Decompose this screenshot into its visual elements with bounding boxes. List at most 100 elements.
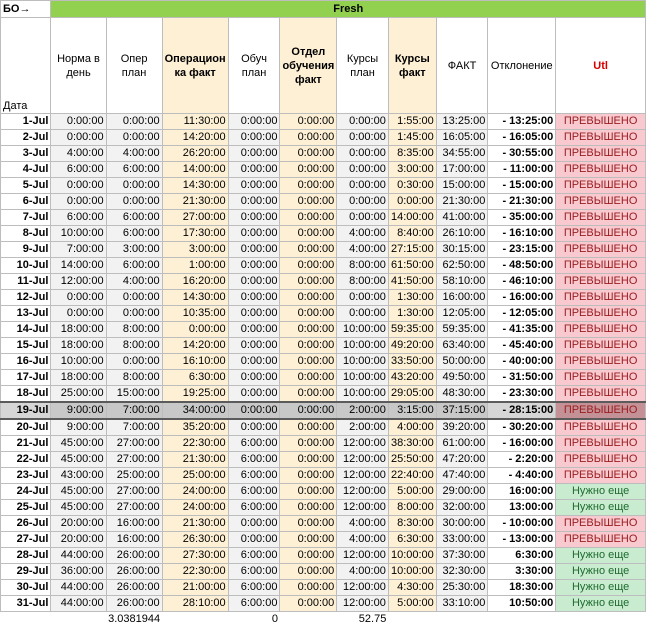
header-date[interactable]: Дата — [1, 18, 51, 114]
footer-empty-cell[interactable] — [280, 612, 337, 627]
cell-norm[interactable]: 45:00:00 — [51, 500, 106, 516]
cell-deviation[interactable]: - 15:00:00 — [488, 178, 556, 194]
cell-course-fact[interactable]: 4:00:00 — [388, 419, 436, 436]
cell-train-dept-fact[interactable]: 0:00:00 — [280, 468, 337, 484]
cell-util[interactable]: ПРЕВЫШЕНО — [556, 226, 646, 242]
cell-course-plan[interactable]: 12:00:00 — [337, 484, 389, 500]
cell-fact[interactable]: 63:40:00 — [436, 338, 488, 354]
cell-course-fact[interactable]: 0:00:00 — [388, 194, 436, 210]
cell-course-plan[interactable]: 10:00:00 — [337, 354, 389, 370]
cell-norm[interactable]: 36:00:00 — [51, 564, 106, 580]
cell-train-plan[interactable]: 6:00:00 — [228, 452, 280, 468]
cell-train-dept-fact[interactable]: 0:00:00 — [280, 516, 337, 532]
cell-deviation[interactable]: - 30:55:00 — [488, 146, 556, 162]
cell-date[interactable]: 5-Jul — [1, 178, 51, 194]
footer-empty-cell[interactable] — [556, 612, 646, 627]
cell-course-fact[interactable]: 3:15:00 — [388, 402, 436, 419]
cell-course-fact[interactable]: 1:30:00 — [388, 306, 436, 322]
cell-train-dept-fact[interactable]: 0:00:00 — [280, 162, 337, 178]
cell-oper-fact[interactable]: 21:30:00 — [162, 452, 228, 468]
cell-oper-plan[interactable]: 16:00:00 — [106, 516, 162, 532]
cell-train-dept-fact[interactable]: 0:00:00 — [280, 500, 337, 516]
cell-course-plan[interactable]: 0:00:00 — [337, 178, 389, 194]
cell-norm[interactable]: 12:00:00 — [51, 274, 106, 290]
cell-course-fact[interactable]: 8:00:00 — [388, 500, 436, 516]
cell-train-plan[interactable]: 0:00:00 — [228, 532, 280, 548]
cell-date[interactable]: 24-Jul — [1, 484, 51, 500]
cell-train-dept-fact[interactable]: 0:00:00 — [280, 419, 337, 436]
cell-train-plan[interactable]: 0:00:00 — [228, 146, 280, 162]
cell-date[interactable]: 9-Jul — [1, 242, 51, 258]
cell-deviation[interactable]: - 12:05:00 — [488, 306, 556, 322]
cell-norm[interactable]: 45:00:00 — [51, 452, 106, 468]
cell-date[interactable]: 2-Jul — [1, 130, 51, 146]
cell-oper-fact[interactable]: 14:20:00 — [162, 338, 228, 354]
cell-course-fact[interactable]: 10:00:00 — [388, 564, 436, 580]
cell-deviation[interactable]: - 16:10:00 — [488, 226, 556, 242]
cell-deviation[interactable]: - 13:25:00 — [488, 114, 556, 130]
cell-fact[interactable]: 12:05:00 — [436, 306, 488, 322]
cell-oper-plan[interactable]: 4:00:00 — [106, 274, 162, 290]
cell-oper-plan[interactable]: 8:00:00 — [106, 338, 162, 354]
cell-norm[interactable]: 45:00:00 — [51, 436, 106, 452]
cell-norm[interactable]: 10:00:00 — [51, 226, 106, 242]
cell-fact[interactable]: 33:00:00 — [436, 532, 488, 548]
cell-fact[interactable]: 37:30:00 — [436, 548, 488, 564]
header-train-plan[interactable]: Обуч план — [228, 18, 280, 114]
cell-deviation[interactable]: - 23:15:00 — [488, 242, 556, 258]
cell-train-dept-fact[interactable]: 0:00:00 — [280, 596, 337, 612]
cell-course-fact[interactable]: 38:30:00 — [388, 436, 436, 452]
cell-fact[interactable]: 37:15:00 — [436, 402, 488, 419]
cell-oper-plan[interactable]: 7:00:00 — [106, 419, 162, 436]
cell-fact[interactable]: 32:30:00 — [436, 564, 488, 580]
cell-course-plan[interactable]: 12:00:00 — [337, 596, 389, 612]
cell-course-fact[interactable]: 22:40:00 — [388, 468, 436, 484]
cell-train-plan[interactable]: 6:00:00 — [228, 468, 280, 484]
cell-course-plan[interactable]: 10:00:00 — [337, 370, 389, 386]
header-norm[interactable]: Норма в день — [51, 18, 106, 114]
cell-date[interactable]: 20-Jul — [1, 419, 51, 436]
cell-fact[interactable]: 17:00:00 — [436, 162, 488, 178]
cell-oper-plan[interactable]: 0:00:00 — [106, 290, 162, 306]
cell-oper-fact[interactable]: 3:00:00 — [162, 242, 228, 258]
cell-fact[interactable]: 32:00:00 — [436, 500, 488, 516]
cell-date[interactable]: 7-Jul — [1, 210, 51, 226]
footer-empty-cell[interactable] — [51, 612, 106, 627]
cell-course-plan[interactable]: 10:00:00 — [337, 338, 389, 354]
cell-course-fact[interactable]: 43:20:00 — [388, 370, 436, 386]
cell-train-dept-fact[interactable]: 0:00:00 — [280, 370, 337, 386]
cell-date[interactable]: 30-Jul — [1, 580, 51, 596]
cell-util[interactable]: ПРЕВЫШЕНО — [556, 162, 646, 178]
cell-course-plan[interactable]: 0:00:00 — [337, 146, 389, 162]
cell-train-dept-fact[interactable]: 0:00:00 — [280, 226, 337, 242]
cell-train-dept-fact[interactable]: 0:00:00 — [280, 178, 337, 194]
cell-util[interactable]: Нужно еще — [556, 484, 646, 500]
cell-norm[interactable]: 43:00:00 — [51, 468, 106, 484]
cell-oper-plan[interactable]: 16:00:00 — [106, 532, 162, 548]
cell-fact[interactable]: 41:00:00 — [436, 210, 488, 226]
cell-oper-fact[interactable]: 26:30:00 — [162, 532, 228, 548]
cell-oper-plan[interactable]: 25:00:00 — [106, 468, 162, 484]
cell-oper-plan[interactable]: 27:00:00 — [106, 436, 162, 452]
cell-deviation[interactable]: - 16:05:00 — [488, 130, 556, 146]
cell-oper-plan[interactable]: 0:00:00 — [106, 114, 162, 130]
cell-deviation[interactable]: - 10:00:00 — [488, 516, 556, 532]
cell-oper-plan[interactable]: 8:00:00 — [106, 322, 162, 338]
footer-empty-cell[interactable] — [162, 612, 228, 627]
cell-fact[interactable]: 34:55:00 — [436, 146, 488, 162]
cell-oper-plan[interactable]: 0:00:00 — [106, 194, 162, 210]
cell-oper-fact[interactable]: 16:10:00 — [162, 354, 228, 370]
cell-oper-fact[interactable]: 17:30:00 — [162, 226, 228, 242]
cell-oper-plan[interactable]: 15:00:00 — [106, 386, 162, 403]
cell-train-plan[interactable]: 0:00:00 — [228, 354, 280, 370]
cell-fact[interactable]: 61:00:00 — [436, 436, 488, 452]
cell-fact[interactable]: 25:30:00 — [436, 580, 488, 596]
cell-course-plan[interactable]: 4:00:00 — [337, 564, 389, 580]
cell-fact[interactable]: 16:00:00 — [436, 290, 488, 306]
cell-oper-fact[interactable]: 27:30:00 — [162, 548, 228, 564]
header-train-dept-fact[interactable]: Отдел обучения факт — [280, 18, 337, 114]
cell-deviation[interactable]: - 28:15:00 — [488, 402, 556, 419]
cell-deviation[interactable]: 16:00:00 — [488, 484, 556, 500]
cell-train-plan[interactable]: 0:00:00 — [228, 226, 280, 242]
header-util[interactable]: Utl — [556, 18, 646, 114]
